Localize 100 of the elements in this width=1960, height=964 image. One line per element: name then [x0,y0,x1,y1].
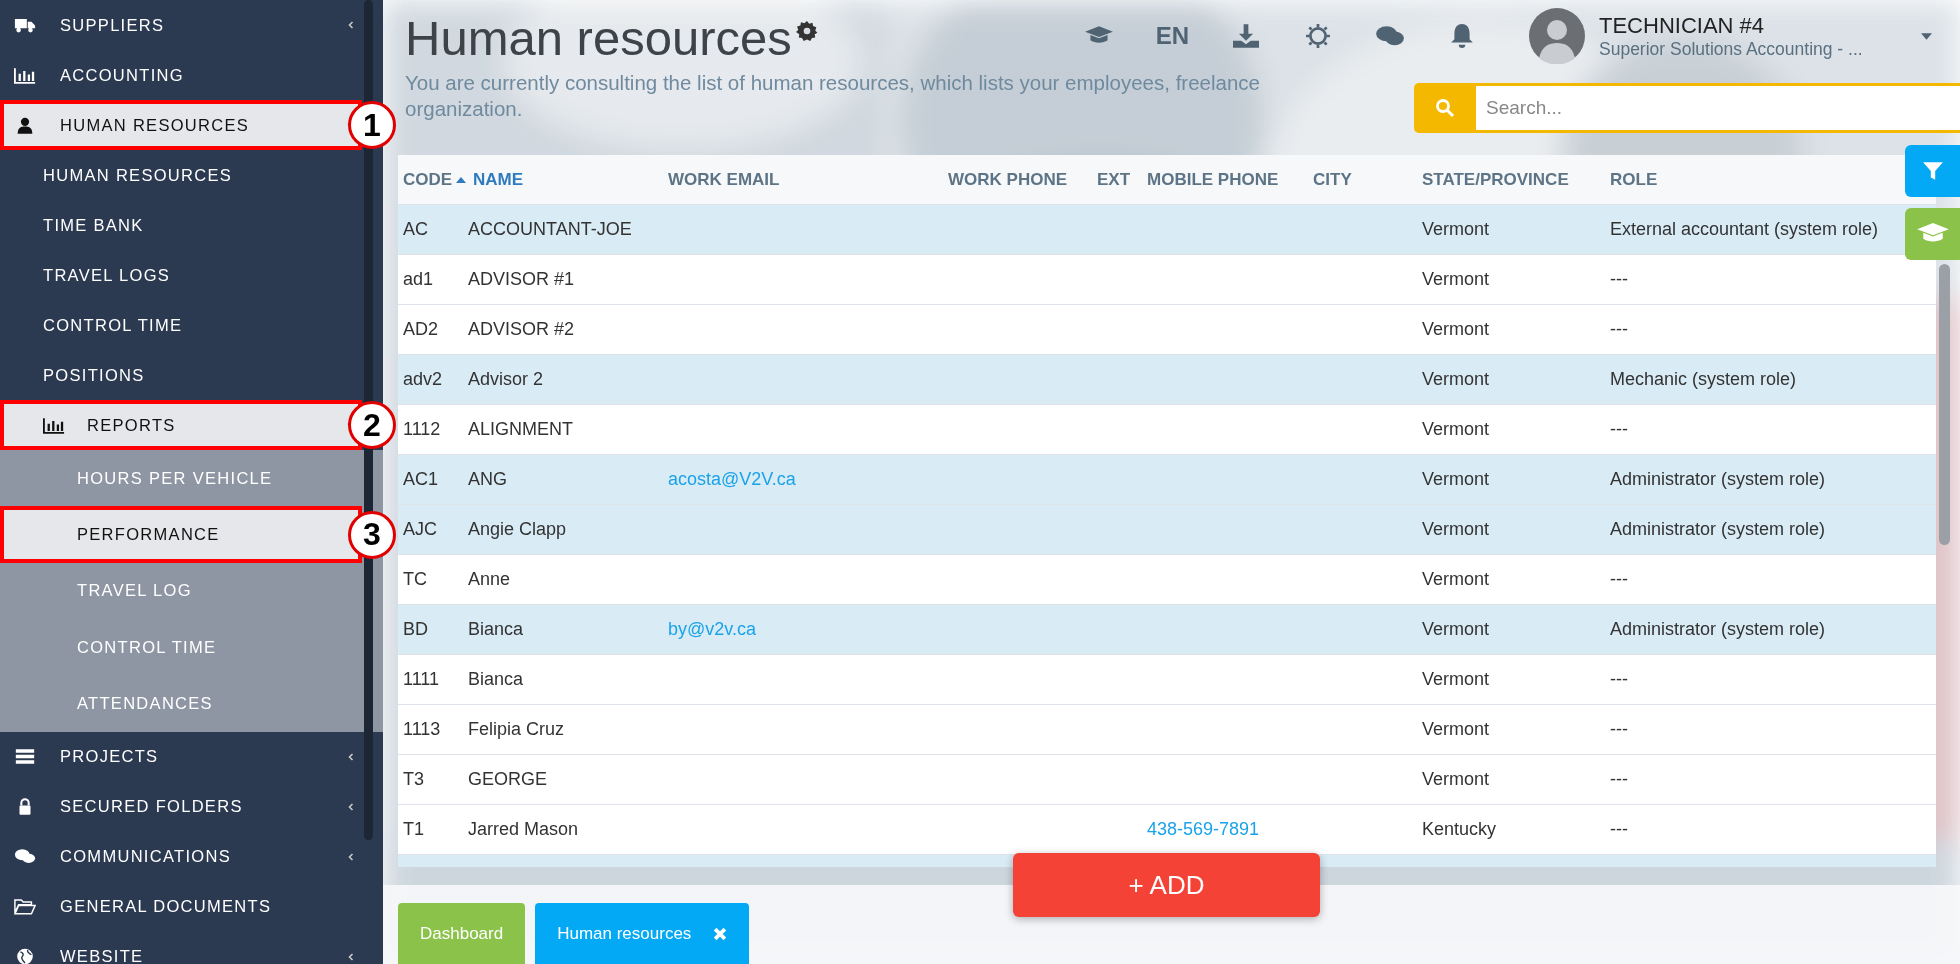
sidebar-item[interactable]: SECURED FOLDERS [0,781,362,832]
table-cell-text: Vermont [1421,619,1490,640]
column-header[interactable]: CITY [1308,169,1352,190]
sidebar-item[interactable]: GENERAL DOCUMENTS [0,881,362,932]
sidebar-item[interactable]: COMMUNICATIONS [0,831,362,882]
table-cell-text: AD2 [402,319,438,340]
server-icon [14,748,36,766]
column-header[interactable]: MOBILE PHONE [1142,169,1279,190]
table-cell-text: Vermont [1421,269,1490,290]
user-name: TECHNICIAN #4 [1599,12,1766,39]
sidebar-item[interactable]: HUMAN RESOURCES [0,100,362,150]
table-row[interactable]: AC ACCOUNTANT-JOE Vermont External accountant (system role) [398,205,1936,255]
table-cell-text: --- [1609,569,1628,590]
caret-icon[interactable] [1921,32,1932,40]
sidebar-item[interactable]: PERFORMANCE [0,506,362,563]
sidebar-item[interactable]: TRAVEL LOGS [0,250,362,300]
sidebar-item[interactable]: POSITIONS [0,350,362,400]
table-cell-text: ALIGNMENT [467,419,573,440]
table-cell-text: Advisor 2 [467,369,544,390]
table-cell-text: Kentucky [1421,819,1497,840]
table-cell-text: --- [1609,769,1628,790]
column-header[interactable]: EXT [1092,169,1131,190]
download-icon[interactable] [1231,23,1261,49]
table-cell-text: Administrator (system role) [1609,619,1826,640]
table-cell-text: External accountant (system role) [1609,219,1879,240]
table-row[interactable]: BD Bianca by@v2v.ca Vermont Administrator (system role) [398,605,1936,655]
table-cell-text: --- [1609,669,1628,690]
avatar-icon[interactable] [1529,8,1585,64]
chat-icon [14,848,36,866]
sidebar-item[interactable]: HUMAN RESOURCES [0,150,362,200]
sidebar-item[interactable]: ACCOUNTING [0,50,362,100]
table-cell-text: Vermont [1421,569,1490,590]
table-cell-text: Anne [467,569,511,590]
page-title: Human resources [405,10,792,67]
table-cell-text: T1 [402,819,424,840]
table-cell-text: --- [1609,719,1628,740]
table-cell-text: T3 [402,769,424,790]
table-cell-text: Vermont [1421,719,1490,740]
table-row[interactable]: AJC Angie Clapp Vermont Administrator (system role) [398,505,1936,555]
table-cell-text: Mechanic (system role) [1609,369,1797,390]
sidebar-item[interactable]: TIME BANK [0,200,362,250]
column-header[interactable]: NAME [451,169,524,190]
table-cell-text: Bianca [467,669,524,690]
filter-button[interactable] [1905,145,1960,197]
table-cell-text: Angie Clapp [467,519,567,540]
truck-icon [14,16,36,34]
table-cell-text: Vermont [1421,219,1490,240]
table-cell-text: Vermont [1421,369,1490,390]
table-row[interactable]: adv2 Advisor 2 Vermont Mechanic (system role) [398,355,1936,405]
sidebar-item[interactable]: CONTROL TIME [0,300,362,350]
sidebar-item[interactable]: REPORTS [0,400,362,450]
column-header[interactable]: ROLE [1605,169,1658,190]
table-cell-text: AJC [402,519,437,540]
language-button[interactable]: EN [1155,22,1189,50]
table-cell-text: --- [1609,419,1628,440]
sort-ascending-icon [456,176,466,183]
table-cell-text: ANG [467,469,507,490]
table-cell-text: Vermont [1421,669,1490,690]
folder-icon [14,898,36,916]
sidebar-item[interactable]: SUPPLIERS [0,0,362,50]
column-header[interactable]: STATE/PROVINCE [1417,169,1569,190]
table-cell-text: ADVISOR #1 [467,269,575,290]
table-cell-text: ACCOUNTANT-JOE [467,219,632,240]
page-description: You are currently consulting the list of human resources, which lists your employees, freelance [405,70,1260,96]
scrollbar[interactable] [1939,264,1950,545]
table-cell-text: Administrator (system role) [1609,469,1826,490]
sidebar-item[interactable]: PROJECTS [0,731,362,782]
add-button[interactable]: + ADD [1013,853,1320,917]
table-cell-text: 1111 [402,669,440,690]
column-header[interactable]: WORK EMAIL [663,169,780,190]
page-description: organization. [405,96,523,122]
table-cell-text: adv2 [402,369,443,390]
table-cell-text: Vermont [1421,319,1490,340]
close-icon[interactable] [713,927,728,941]
sidebar-item[interactable]: WEBSITE [0,931,362,964]
table-row[interactable]: AC1 ANG acosta@V2V.ca Vermont Administrator (system role) [398,455,1936,505]
bar-chart-icon [43,416,65,434]
column-header[interactable]: WORK PHONE [943,169,1067,190]
table-cell-text: Vermont [1421,469,1490,490]
table-cell-text: BD [402,619,428,640]
table-cell-text: Administrator (system role) [1609,519,1826,540]
table-cell-text: Felipia Cruz [467,719,565,740]
table-cell-text: ad1 [402,269,434,290]
search-icon [1435,98,1455,118]
column-header[interactable]: CODE [398,169,453,190]
table-cell-text: Vermont [1421,419,1490,440]
table-cell-text: Vermont [1421,769,1490,790]
bar-chart-icon [14,66,36,84]
table-cell-text: GEORGE [467,769,547,790]
settings-icon[interactable] [795,20,818,42]
table-cell-text: AC [402,219,428,240]
table-cell-text: 1113 [402,719,441,740]
table-cell-text: Vermont [1421,519,1490,540]
brightness-icon[interactable] [1303,23,1333,49]
table-cell-text: TC [402,569,427,590]
search-field[interactable]: Search... [1476,83,1960,133]
table-cell-text: --- [1609,319,1628,340]
company-name: Superior Solutions Accounting - ... [1599,38,1864,60]
table-cell-text: 1112 [402,419,441,440]
table-cell-text: --- [1609,269,1628,290]
